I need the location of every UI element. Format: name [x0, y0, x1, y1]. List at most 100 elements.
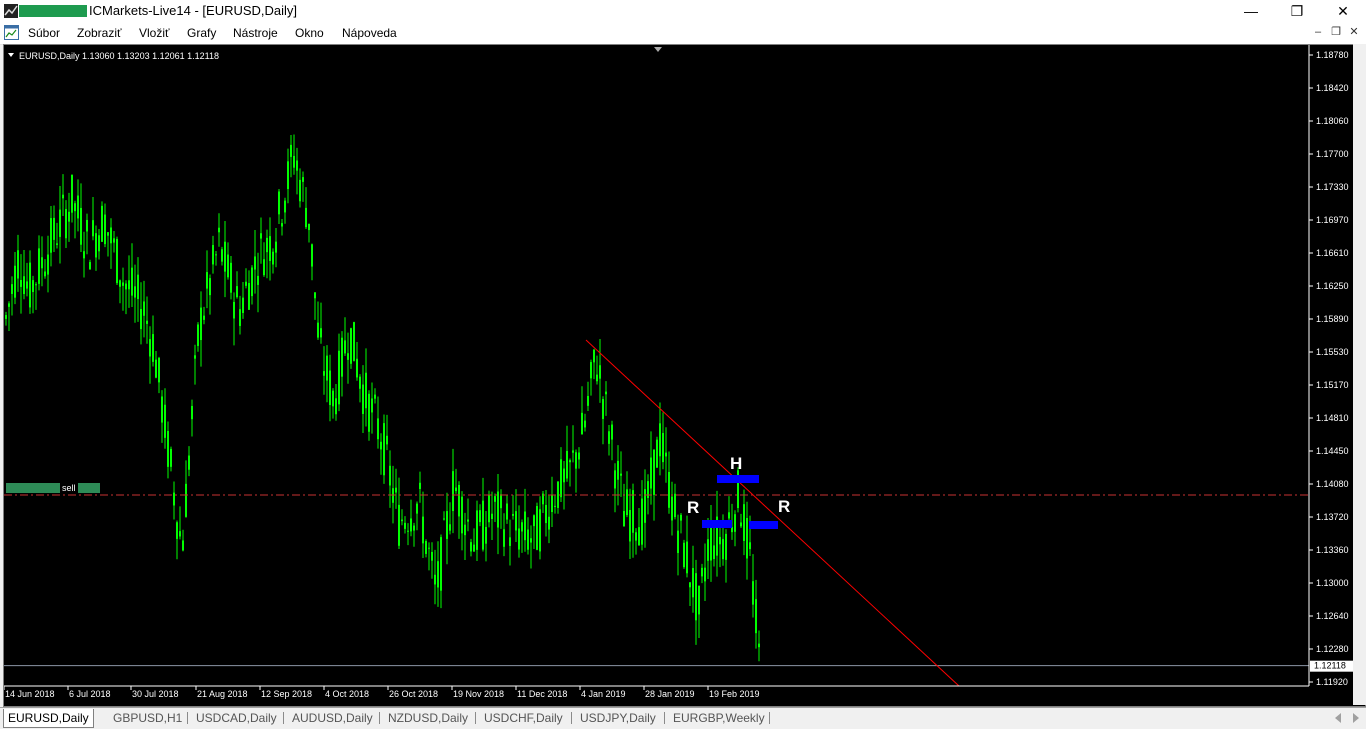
candle-body — [407, 530, 409, 532]
candle-body — [725, 533, 727, 560]
tab-scroll-left-icon[interactable] — [1334, 713, 1342, 723]
price-tick-label: 1.14810 — [1316, 413, 1349, 423]
metatrader-app-icon — [4, 4, 18, 18]
candle-body — [623, 510, 625, 527]
candle-body — [488, 495, 490, 523]
tab-nzdusd-daily[interactable]: NZDUSD,Daily — [384, 709, 472, 727]
time-tick-label: 11 Dec 2018 — [517, 689, 567, 699]
candle-body — [446, 511, 448, 539]
candle-body — [362, 384, 364, 414]
tab-eurgbp-weekly[interactable]: EURGBP,Weekly — [669, 709, 769, 727]
candle-body — [101, 205, 103, 242]
candle-body — [692, 568, 694, 598]
candle-body — [242, 297, 244, 313]
menu-help[interactable]: Nápoveda — [342, 26, 397, 40]
candle-body — [251, 267, 253, 297]
price-tick-label: 1.11920 — [1316, 677, 1348, 687]
mdi-close-button[interactable]: ✕ — [1347, 25, 1361, 39]
tab-separator — [187, 712, 188, 724]
menu-charts[interactable]: Grafy — [187, 26, 216, 40]
menu-tools[interactable]: Nástroje — [233, 26, 278, 40]
menu-file[interactable]: Súbor — [28, 26, 60, 40]
candle-body — [350, 328, 352, 364]
candle-body — [125, 283, 127, 290]
tab-gbpusd-h1[interactable]: GBPUSD,H1 — [109, 709, 186, 727]
tab-usdcad-daily[interactable]: USDCAD,Daily — [192, 709, 281, 727]
tab-eurusd-daily[interactable]: EURUSD,Daily — [3, 709, 94, 728]
candle-body — [248, 283, 250, 310]
maximize-button[interactable]: ❐ — [1274, 0, 1320, 22]
candle-body — [98, 235, 100, 252]
tab-usdjpy-daily[interactable]: USDJPY,Daily — [576, 709, 660, 727]
menu-window[interactable]: Okno — [295, 26, 324, 40]
candle-body — [53, 217, 55, 240]
time-tick-label: 19 Nov 2018 — [453, 689, 504, 699]
candle-body — [134, 286, 136, 298]
head-marker — [717, 475, 759, 483]
candle-body — [434, 574, 436, 585]
candle-body — [128, 280, 130, 290]
candle-body — [743, 504, 745, 541]
candle-body — [437, 561, 439, 588]
candle-body — [533, 515, 535, 527]
price-chart[interactable]: sell H R R EURUSD,Daily 1.13060 1.13203 … — [3, 45, 1365, 706]
menu-insert[interactable]: Vložiť — [139, 26, 170, 40]
candle-body — [611, 424, 613, 440]
chart-shift-marker-icon[interactable] — [654, 47, 662, 52]
candle-body — [146, 320, 148, 324]
price-tick-label: 1.18060 — [1316, 116, 1349, 126]
candle-body — [356, 358, 358, 378]
tab-audusd-daily[interactable]: AUDUSD,Daily — [288, 709, 377, 727]
candle-body — [224, 241, 226, 272]
candle-body — [473, 544, 475, 552]
chart-window[interactable]: sell H R R EURUSD,Daily 1.13060 1.13203 … — [3, 44, 1366, 707]
candle-body — [365, 372, 367, 409]
candle-body — [461, 496, 463, 534]
candle-body — [296, 160, 298, 171]
candle-body — [347, 353, 349, 360]
candle-body — [206, 272, 208, 289]
time-tick-label: 4 Oct 2018 — [325, 689, 369, 699]
candle-body — [281, 223, 283, 227]
sell-level-box[interactable] — [78, 483, 100, 493]
mdi-restore-button[interactable]: ❐ — [1329, 25, 1343, 39]
candle-body — [656, 439, 658, 468]
chart-window-icon[interactable] — [4, 25, 19, 40]
menu-view[interactable]: Zobraziť — [77, 26, 122, 40]
candle-body — [704, 567, 706, 582]
price-tick-label: 1.18420 — [1316, 83, 1349, 93]
candle-body — [71, 174, 73, 213]
candle-body — [659, 423, 661, 457]
minimize-button[interactable]: — — [1228, 0, 1274, 22]
candle-body — [554, 505, 556, 507]
close-button[interactable]: ✕ — [1320, 0, 1366, 22]
candle-body — [191, 405, 193, 420]
candle-body — [302, 177, 304, 182]
candle-body — [614, 470, 616, 489]
candle-body — [581, 412, 583, 435]
candle-body — [404, 522, 406, 529]
candle-body — [272, 251, 274, 265]
candle-body — [218, 227, 220, 233]
candle-body — [173, 492, 175, 506]
sell-level-box[interactable] — [6, 483, 60, 493]
candle-body — [353, 322, 355, 361]
candle-body — [335, 398, 337, 415]
candle-body — [668, 471, 670, 508]
candle-body — [245, 281, 247, 286]
candle-body — [176, 522, 178, 539]
candle-body — [74, 203, 76, 212]
candle-body — [278, 191, 280, 215]
candle-body — [374, 394, 376, 399]
candle-body — [89, 262, 91, 270]
tab-scroll-right-icon[interactable] — [1352, 713, 1360, 723]
candle-body — [734, 514, 736, 532]
left-shoulder-label: R — [687, 498, 699, 517]
symbol-menu-arrow-icon[interactable] — [8, 53, 14, 57]
vertical-scrollbar[interactable] — [1353, 44, 1366, 705]
candle-body — [326, 355, 328, 381]
candle-body — [368, 393, 370, 432]
candle-body — [389, 465, 391, 486]
tab-usdchf-daily[interactable]: USDCHF,Daily — [480, 709, 567, 727]
mdi-minimize-button[interactable]: – — [1311, 25, 1325, 39]
